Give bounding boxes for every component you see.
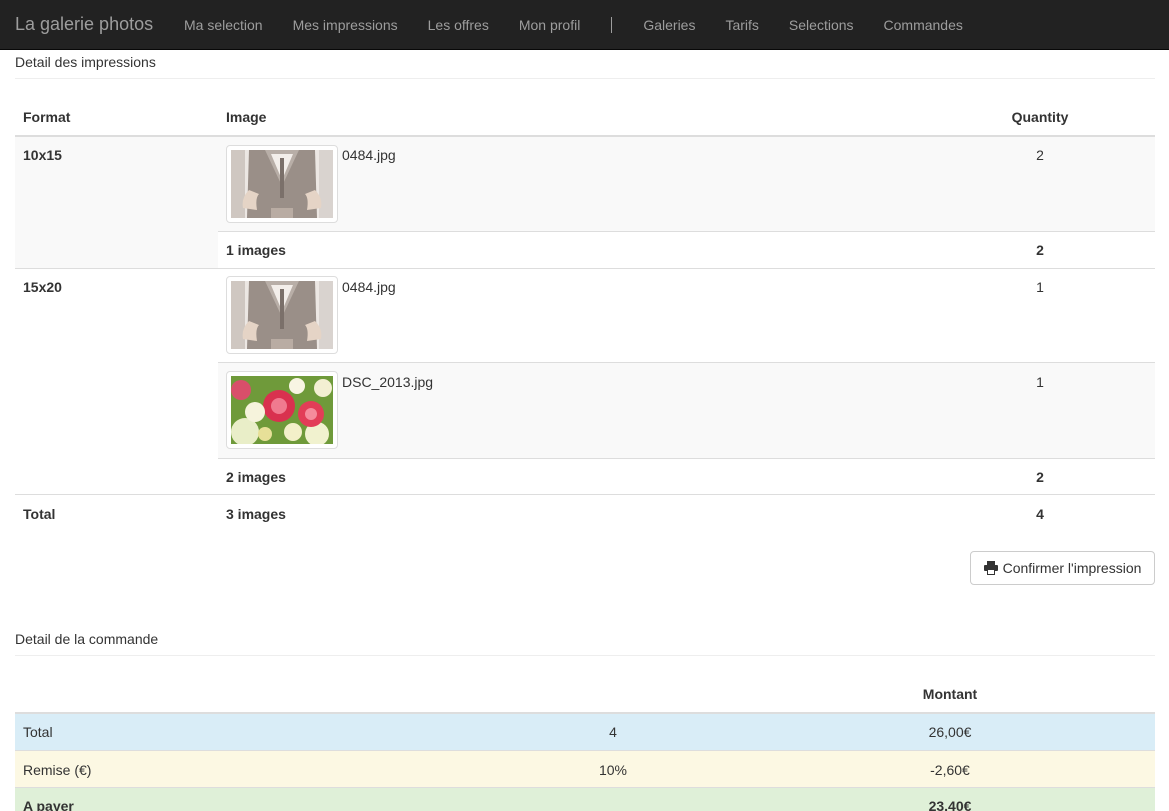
image-thumbnail[interactable] — [226, 145, 338, 223]
suit-photo-icon — [231, 150, 333, 218]
order-label: Total — [23, 724, 53, 740]
total-images: 3 images — [226, 506, 286, 522]
row-divider — [218, 458, 1155, 459]
header-image: Image — [226, 109, 267, 125]
group-divider — [15, 268, 1155, 269]
image-thumbnail[interactable] — [226, 276, 338, 354]
confirm-print-button[interactable]: Confirmer l'impression — [970, 551, 1155, 585]
subtotal-images: 1 images — [226, 242, 286, 258]
order-label: Remise (€) — [23, 762, 92, 778]
order-amount: 23,40€ — [928, 798, 972, 811]
header-format: Format — [23, 109, 71, 125]
order-mid-value: 10% — [598, 762, 628, 778]
total-label: Total — [23, 506, 56, 522]
nav-les-offres[interactable]: Les offres — [413, 17, 504, 33]
row-divider — [218, 231, 1155, 232]
image-quantity: 1 — [1036, 374, 1044, 390]
commande-title-rule — [15, 655, 1155, 656]
group-divider — [15, 494, 1155, 495]
order-amount: 26,00€ — [928, 724, 972, 740]
roses-photo-icon — [231, 376, 333, 444]
subtotal-images: 2 images — [226, 469, 286, 485]
order-mid-value: 4 — [609, 724, 617, 740]
nav-galeries[interactable]: Galeries — [628, 17, 710, 33]
image-filename: DSC_2013.jpg — [342, 374, 434, 390]
subtotal-quantity: 2 — [1036, 242, 1044, 258]
nav-divider — [611, 16, 613, 33]
nav-ma-selection[interactable]: Ma selection — [169, 17, 278, 33]
image-thumbnail[interactable] — [226, 371, 338, 449]
nav-mon-profil[interactable]: Mon profil — [504, 17, 595, 33]
nav-commandes[interactable]: Commandes — [869, 17, 978, 33]
header-montant: Montant — [922, 686, 978, 702]
confirm-print-label: Confirmer l'impression — [1002, 560, 1142, 576]
image-filename: 0484.jpg — [342, 147, 396, 163]
header-quantity: Quantity — [1011, 109, 1069, 125]
impressions-title: Detail des impressions — [15, 54, 156, 70]
format-label: 10x15 — [23, 147, 62, 163]
image-quantity: 1 — [1036, 279, 1044, 295]
image-quantity: 2 — [1036, 147, 1044, 163]
top-navbar: La galerie photos Ma selection Mes impre… — [0, 0, 1169, 50]
total-quantity: 4 — [1036, 506, 1044, 522]
format-label: 15x20 — [23, 279, 62, 295]
order-label: A payer — [23, 798, 74, 811]
printer-icon — [983, 561, 998, 575]
commande-title: Detail de la commande — [15, 631, 159, 647]
nav-mes-impressions[interactable]: Mes impressions — [278, 17, 413, 33]
impressions-title-rule — [15, 78, 1155, 79]
nav-selections[interactable]: Selections — [774, 17, 869, 33]
subtotal-quantity: 2 — [1036, 469, 1044, 485]
brand-link[interactable]: La galerie photos — [0, 14, 169, 35]
suit-photo-icon — [231, 281, 333, 349]
nav-tarifs[interactable]: Tarifs — [710, 17, 773, 33]
order-amount: -2,60€ — [930, 762, 970, 778]
image-filename: 0484.jpg — [342, 279, 396, 295]
